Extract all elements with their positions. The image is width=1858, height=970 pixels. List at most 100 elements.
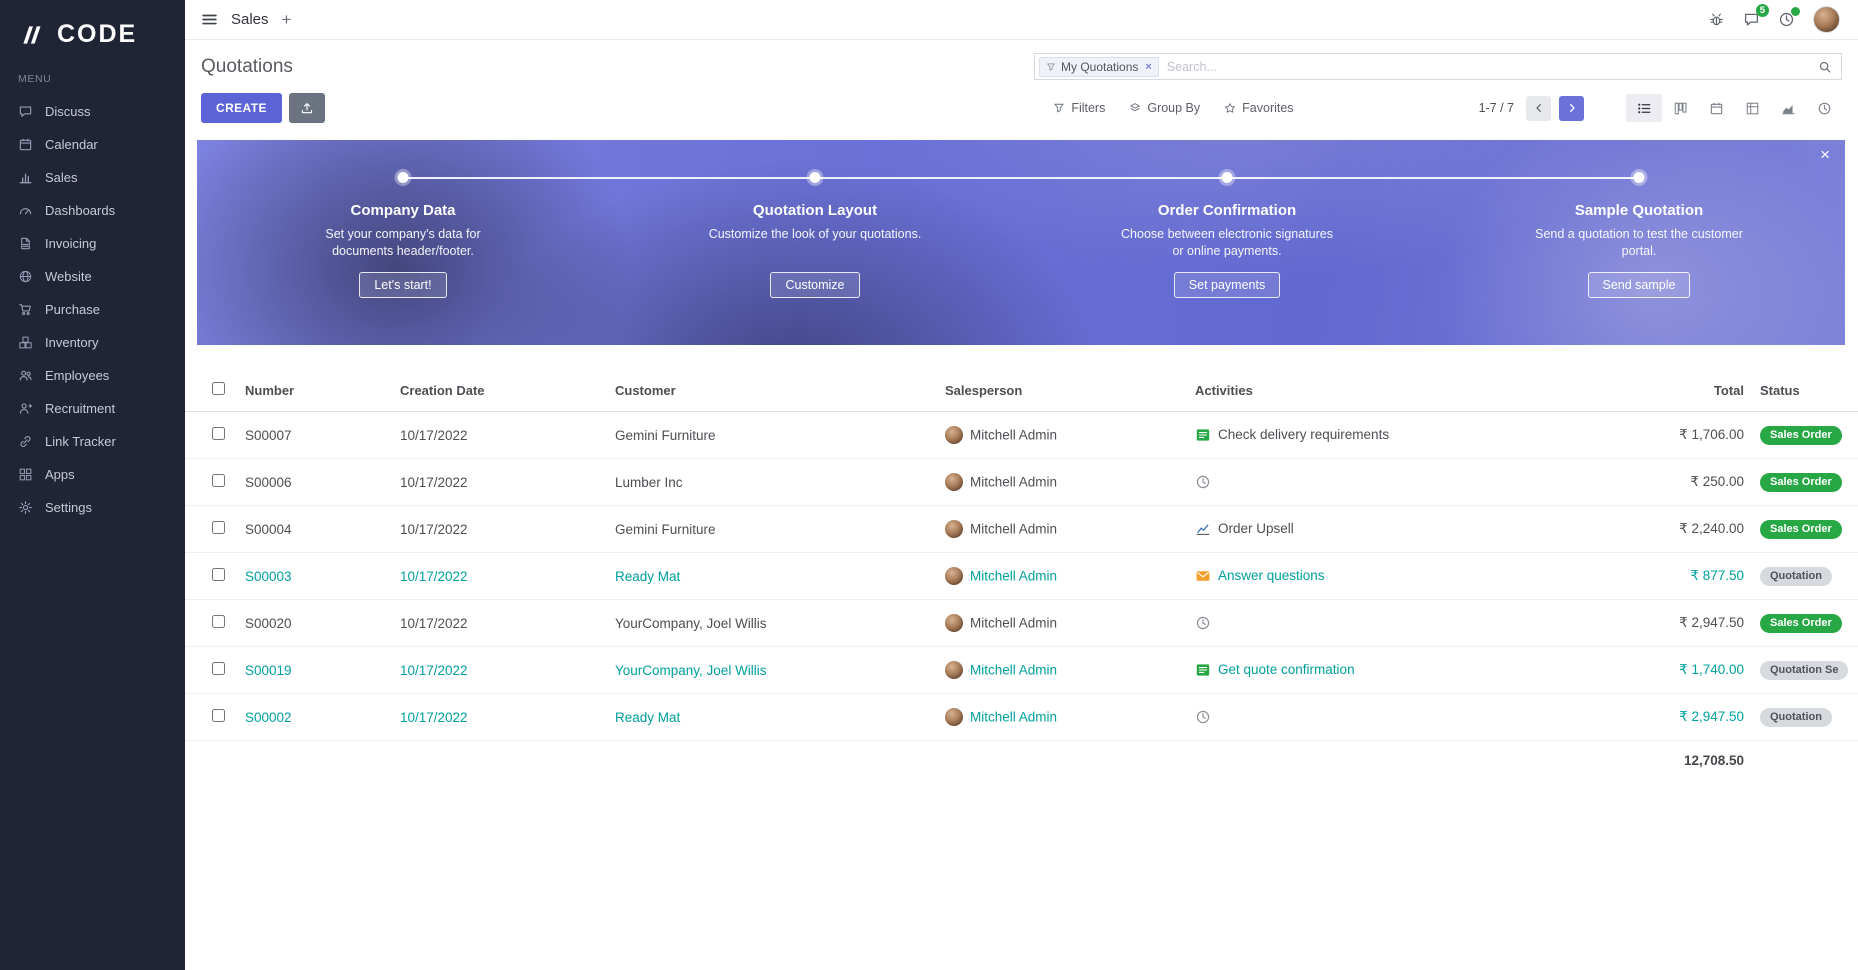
document-icon xyxy=(18,236,33,251)
sidebar-item-apps[interactable]: Apps xyxy=(0,458,185,491)
table-row[interactable]: S00020 10/17/2022 YourCompany, Joel Will… xyxy=(185,600,1858,647)
col-status[interactable]: Status xyxy=(1752,369,1858,412)
cell-number[interactable]: S00006 xyxy=(237,459,392,506)
page-title: Quotations xyxy=(201,56,293,78)
search-icon[interactable] xyxy=(1818,60,1832,74)
customize-button[interactable]: Customize xyxy=(770,272,859,298)
search-facet[interactable]: My Quotations × xyxy=(1039,57,1159,77)
sidebar-item-sales[interactable]: Sales xyxy=(0,161,185,194)
view-pivot-icon[interactable] xyxy=(1734,94,1770,122)
col-activities[interactable]: Activities xyxy=(1187,369,1627,412)
facet-remove-icon[interactable]: × xyxy=(1145,61,1151,73)
col-customer[interactable]: Customer xyxy=(607,369,937,412)
view-calendar-icon[interactable] xyxy=(1698,94,1734,122)
sidebar-item-website[interactable]: Website xyxy=(0,260,185,293)
activities-clock-icon[interactable] xyxy=(1778,11,1795,28)
onboarding-step-company-data: Company Data Set your company's data for… xyxy=(197,140,609,345)
row-checkbox[interactable] xyxy=(212,615,225,628)
cell-activities[interactable]: Get quote confirmation xyxy=(1187,647,1627,694)
cell-activities[interactable]: Answer questions xyxy=(1187,553,1627,600)
sidebar-item-invoicing[interactable]: Invoicing xyxy=(0,227,185,260)
table-row[interactable]: S00006 10/17/2022 Lumber Inc Mitchell Ad… xyxy=(185,459,1858,506)
sidebar-item-discuss[interactable]: Discuss xyxy=(0,95,185,128)
cell-number[interactable]: S00003 xyxy=(237,553,392,600)
salesperson-avatar xyxy=(945,567,963,585)
view-activity-icon[interactable] xyxy=(1806,94,1842,122)
cell-total: ₹ 1,706.00 xyxy=(1627,412,1752,459)
salesperson-name: Mitchell Admin xyxy=(970,428,1057,443)
select-all-checkbox[interactable] xyxy=(212,382,225,395)
user-avatar[interactable] xyxy=(1813,6,1840,33)
group-by-button[interactable]: Group By xyxy=(1129,101,1200,115)
table-row[interactable]: S00019 10/17/2022 YourCompany, Joel Will… xyxy=(185,647,1858,694)
table-row[interactable]: S00004 10/17/2022 Gemini Furniture Mitch… xyxy=(185,506,1858,553)
sidebar-item-settings[interactable]: Settings xyxy=(0,491,185,524)
brand-logo-icon xyxy=(18,22,48,48)
salesperson-avatar xyxy=(945,426,963,444)
table-row[interactable]: S00002 10/17/2022 Ready Mat Mitchell Adm… xyxy=(185,694,1858,741)
cell-activities[interactable] xyxy=(1187,459,1627,506)
sidebar-item-recruitment[interactable]: Recruitment xyxy=(0,392,185,425)
cell-number[interactable]: S00007 xyxy=(237,412,392,459)
status-badge: Quotation xyxy=(1760,708,1832,727)
table-row[interactable]: S00007 10/17/2022 Gemini Furniture Mitch… xyxy=(185,412,1858,459)
cell-customer: YourCompany, Joel Willis xyxy=(607,600,937,647)
activity-label: Order Upsell xyxy=(1218,521,1294,536)
pager-next-button[interactable] xyxy=(1559,96,1584,121)
row-checkbox[interactable] xyxy=(212,474,225,487)
row-checkbox[interactable] xyxy=(212,568,225,581)
view-graph-icon[interactable] xyxy=(1770,94,1806,122)
sidebar-item-label: Discuss xyxy=(45,104,91,119)
add-tab-button[interactable]: + xyxy=(282,11,292,28)
cell-status: Sales Order xyxy=(1752,412,1858,459)
upload-icon xyxy=(300,101,314,115)
cell-number[interactable]: S00019 xyxy=(237,647,392,694)
sidebar-item-calendar[interactable]: Calendar xyxy=(0,128,185,161)
cell-activities[interactable] xyxy=(1187,694,1627,741)
cell-activities[interactable]: Order Upsell xyxy=(1187,506,1627,553)
col-creation-date[interactable]: Creation Date xyxy=(392,369,607,412)
col-number[interactable]: Number xyxy=(237,369,392,412)
view-kanban-icon[interactable] xyxy=(1662,94,1698,122)
sidebar-item-dashboards[interactable]: Dashboards xyxy=(0,194,185,227)
sidebar-item-purchase[interactable]: Purchase xyxy=(0,293,185,326)
table-row[interactable]: S00003 10/17/2022 Ready Mat Mitchell Adm… xyxy=(185,553,1858,600)
cell-number[interactable]: S00004 xyxy=(237,506,392,553)
create-button[interactable]: CREATE xyxy=(201,93,282,123)
pager-prev-button[interactable] xyxy=(1526,96,1551,121)
search-input[interactable] xyxy=(1167,60,1810,74)
upload-button[interactable] xyxy=(289,93,325,123)
row-checkbox[interactable] xyxy=(212,709,225,722)
cell-status: Quotation xyxy=(1752,553,1858,600)
favorites-button[interactable]: Favorites xyxy=(1224,101,1293,115)
row-checkbox[interactable] xyxy=(212,662,225,675)
search-facet-label: My Quotations xyxy=(1061,60,1138,74)
search-bar[interactable]: My Quotations × xyxy=(1034,53,1842,80)
col-total[interactable]: Total xyxy=(1627,369,1752,412)
col-salesperson[interactable]: Salesperson xyxy=(937,369,1187,412)
cell-number[interactable]: S00002 xyxy=(237,694,392,741)
table-header-row: Number Creation Date Customer Salesperso… xyxy=(185,369,1858,412)
bug-icon[interactable] xyxy=(1708,11,1725,28)
filters-button[interactable]: Filters xyxy=(1053,101,1105,115)
messages-icon[interactable]: 5 xyxy=(1743,11,1760,28)
cell-activities[interactable]: Check delivery requirements xyxy=(1187,412,1627,459)
cell-number[interactable]: S00020 xyxy=(237,600,392,647)
row-checkbox[interactable] xyxy=(212,521,225,534)
sidebar-item-link-tracker[interactable]: Link Tracker xyxy=(0,425,185,458)
row-checkbox[interactable] xyxy=(212,427,225,440)
cart-icon xyxy=(18,302,33,317)
set-payments-button[interactable]: Set payments xyxy=(1174,272,1280,298)
active-app-name[interactable]: Sales xyxy=(231,11,269,28)
menu-toggle-icon[interactable] xyxy=(201,11,218,28)
cell-total: ₹ 2,947.50 xyxy=(1627,694,1752,741)
control-panel: Quotations My Quotations × CREATE Filter… xyxy=(185,40,1858,134)
salesperson-name: Mitchell Admin xyxy=(970,710,1057,725)
send-sample-button[interactable]: Send sample xyxy=(1588,272,1691,298)
sidebar-item-employees[interactable]: Employees xyxy=(0,359,185,392)
view-list-icon[interactable] xyxy=(1626,94,1662,122)
brand-logo[interactable]: CODE xyxy=(0,0,185,73)
sidebar-item-inventory[interactable]: Inventory xyxy=(0,326,185,359)
lets-start-button[interactable]: Let's start! xyxy=(359,272,446,298)
cell-activities[interactable] xyxy=(1187,600,1627,647)
